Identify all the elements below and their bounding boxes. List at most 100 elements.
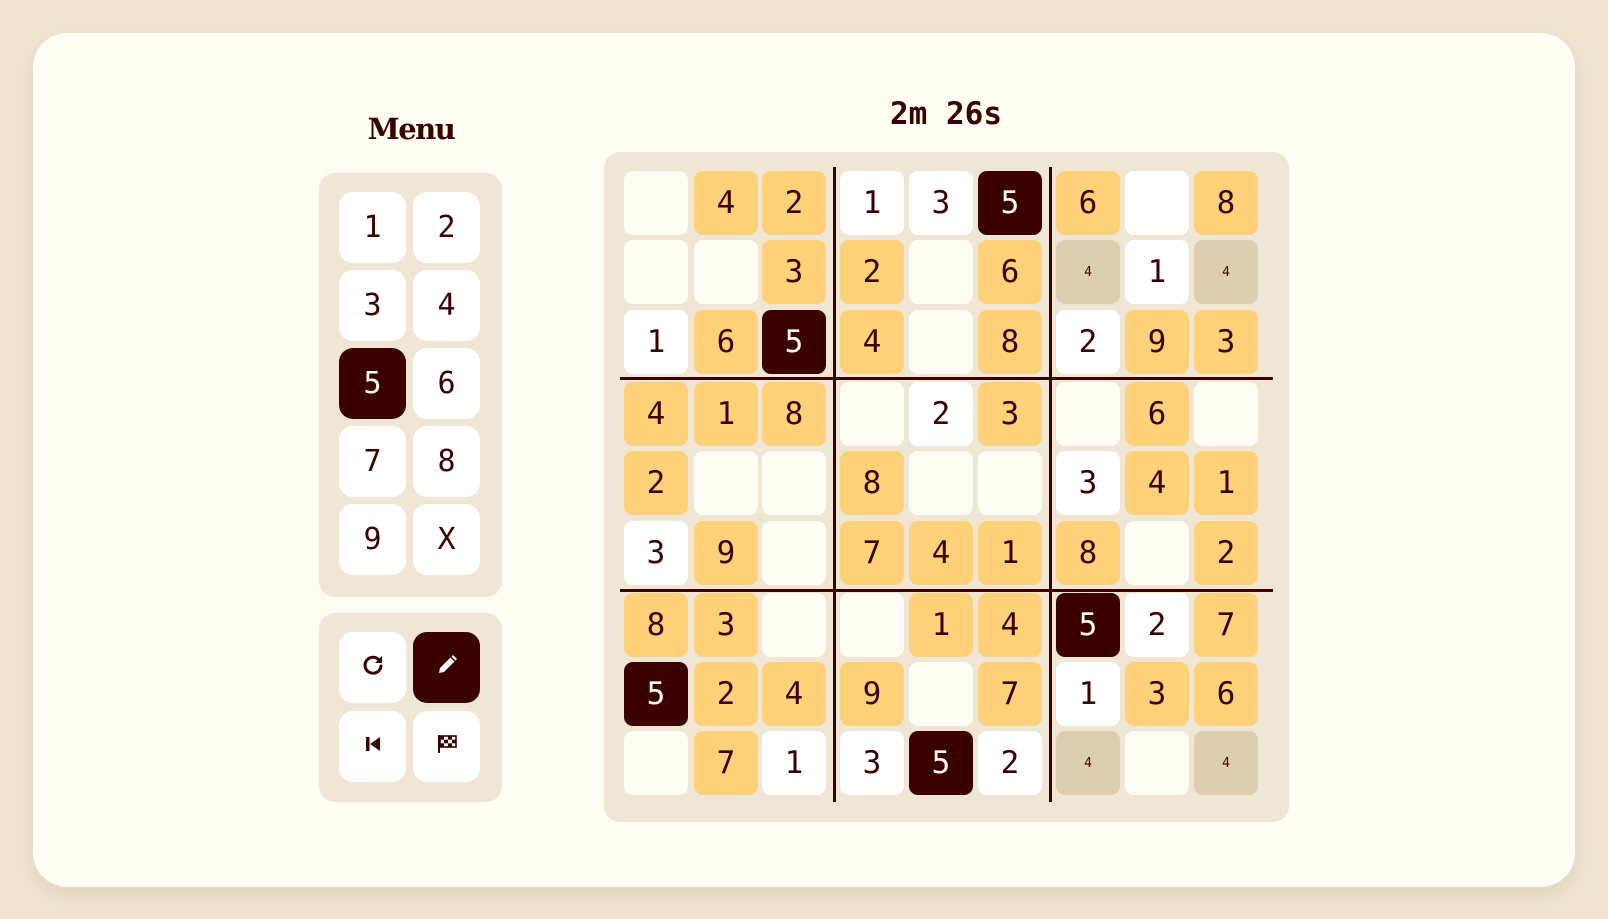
redo-button[interactable]	[339, 632, 406, 703]
sudoku-cell[interactable]	[1056, 382, 1120, 446]
sudoku-cell[interactable]	[840, 593, 904, 657]
sudoku-cell[interactable]: 2	[909, 382, 973, 446]
sudoku-cell[interactable]: 8	[840, 451, 904, 515]
sudoku-cell[interactable]: 4	[840, 310, 904, 374]
box-divider	[620, 589, 1273, 592]
number-button-5[interactable]: 5	[339, 348, 406, 419]
sudoku-cell[interactable]	[909, 310, 973, 374]
sudoku-cell[interactable]: 6	[1194, 662, 1258, 726]
sudoku-cell[interactable]: 3	[624, 521, 688, 585]
number-button-1[interactable]: 1	[339, 192, 406, 263]
sudoku-cell[interactable]	[978, 451, 1042, 515]
sudoku-cell[interactable]: 6	[1056, 171, 1120, 235]
sudoku-cell-note[interactable]: 4	[1056, 240, 1120, 304]
sudoku-cell[interactable]: 2	[762, 171, 826, 235]
sudoku-cell[interactable]	[762, 451, 826, 515]
sudoku-cell[interactable]	[1194, 382, 1258, 446]
sudoku-cell[interactable]	[694, 451, 758, 515]
sudoku-cell[interactable]: 3	[909, 171, 973, 235]
sudoku-cell-note[interactable]: 4	[1194, 731, 1258, 795]
number-button-9[interactable]: 9	[339, 504, 406, 575]
sudoku-cell[interactable]	[624, 171, 688, 235]
sudoku-cell[interactable]: 9	[840, 662, 904, 726]
sudoku-cell[interactable]: 9	[1125, 310, 1189, 374]
sudoku-cell[interactable]: 6	[978, 240, 1042, 304]
number-button-8[interactable]: 8	[413, 426, 480, 497]
number-button-7[interactable]: 7	[339, 426, 406, 497]
sudoku-cell[interactable]: 5	[762, 310, 826, 374]
sudoku-cell[interactable]: 8	[1194, 171, 1258, 235]
finish-button[interactable]	[413, 711, 480, 782]
sudoku-cell[interactable]: 5	[1056, 593, 1120, 657]
sudoku-cell[interactable]: 4	[1125, 451, 1189, 515]
sudoku-cell[interactable]: 7	[1194, 593, 1258, 657]
sudoku-cell[interactable]: 7	[978, 662, 1042, 726]
sudoku-cell[interactable]: 5	[978, 171, 1042, 235]
sudoku-cell[interactable]: 4	[762, 662, 826, 726]
sudoku-cell[interactable]: 1	[1056, 662, 1120, 726]
sudoku-cell[interactable]: 5	[909, 731, 973, 795]
sudoku-cell[interactable]	[909, 451, 973, 515]
sudoku-cell[interactable]: 8	[1056, 521, 1120, 585]
sudoku-cell[interactable]: 2	[624, 451, 688, 515]
sudoku-cell[interactable]: 3	[1056, 451, 1120, 515]
sudoku-cell[interactable]: 2	[1125, 593, 1189, 657]
sudoku-cell[interactable]	[909, 662, 973, 726]
sudoku-cell[interactable]	[909, 240, 973, 304]
restart-button[interactable]	[339, 711, 406, 782]
sudoku-cell[interactable]: 1	[694, 382, 758, 446]
sudoku-cell[interactable]	[1125, 731, 1189, 795]
sudoku-cell[interactable]	[840, 382, 904, 446]
sudoku-cell[interactable]: 3	[1125, 662, 1189, 726]
sudoku-cell-note[interactable]: 4	[1194, 240, 1258, 304]
pencil-icon	[435, 650, 459, 685]
pencil-button[interactable]	[413, 632, 480, 703]
sudoku-cell[interactable]: 4	[978, 593, 1042, 657]
checkered-flag-icon	[435, 729, 459, 764]
number-button-6[interactable]: 6	[413, 348, 480, 419]
sudoku-cell[interactable]: 3	[762, 240, 826, 304]
sudoku-cell[interactable]: 8	[624, 593, 688, 657]
sudoku-cell[interactable]: 2	[840, 240, 904, 304]
sudoku-cell[interactable]	[1125, 171, 1189, 235]
sudoku-cell[interactable]: 1	[1194, 451, 1258, 515]
sudoku-cell[interactable]: 1	[909, 593, 973, 657]
skip-back-icon	[361, 729, 385, 764]
sudoku-cell[interactable]	[762, 593, 826, 657]
sudoku-cell[interactable]	[1125, 521, 1189, 585]
sudoku-cell[interactable]: 6	[694, 310, 758, 374]
sudoku-cell[interactable]: 9	[694, 521, 758, 585]
sudoku-cell[interactable]: 2	[1194, 521, 1258, 585]
sudoku-cell[interactable]: 3	[1194, 310, 1258, 374]
sudoku-cell[interactable]: 1	[1125, 240, 1189, 304]
sudoku-cell[interactable]: 8	[762, 382, 826, 446]
sudoku-cell[interactable]: 7	[694, 731, 758, 795]
sudoku-cell[interactable]: 3	[840, 731, 904, 795]
sudoku-cell[interactable]: 1	[624, 310, 688, 374]
sudoku-cell[interactable]: 4	[909, 521, 973, 585]
sudoku-cell[interactable]: 4	[694, 171, 758, 235]
sudoku-cell[interactable]: 1	[840, 171, 904, 235]
sudoku-cell[interactable]: 8	[978, 310, 1042, 374]
sudoku-cell[interactable]: 1	[762, 731, 826, 795]
sudoku-cell[interactable]: 4	[624, 382, 688, 446]
sudoku-cell[interactable]: 2	[1056, 310, 1120, 374]
sudoku-cell[interactable]	[762, 521, 826, 585]
number-button-2[interactable]: 2	[413, 192, 480, 263]
sudoku-cell[interactable]: 2	[694, 662, 758, 726]
number-button-4[interactable]: 4	[413, 270, 480, 341]
sudoku-cell[interactable]	[694, 240, 758, 304]
sudoku-cell[interactable]: 3	[694, 593, 758, 657]
sudoku-cell[interactable]: 1	[978, 521, 1042, 585]
sudoku-cell[interactable]: 3	[978, 382, 1042, 446]
sudoku-cell[interactable]	[624, 240, 688, 304]
game-timer: 2m 26s	[890, 96, 1002, 132]
sudoku-cell[interactable]: 5	[624, 662, 688, 726]
number-button-3[interactable]: 3	[339, 270, 406, 341]
sudoku-cell-note[interactable]: 4	[1056, 731, 1120, 795]
clear-button[interactable]: X	[413, 504, 480, 575]
sudoku-cell[interactable]	[624, 731, 688, 795]
sudoku-cell[interactable]: 7	[840, 521, 904, 585]
sudoku-cell[interactable]: 2	[978, 731, 1042, 795]
sudoku-cell[interactable]: 6	[1125, 382, 1189, 446]
